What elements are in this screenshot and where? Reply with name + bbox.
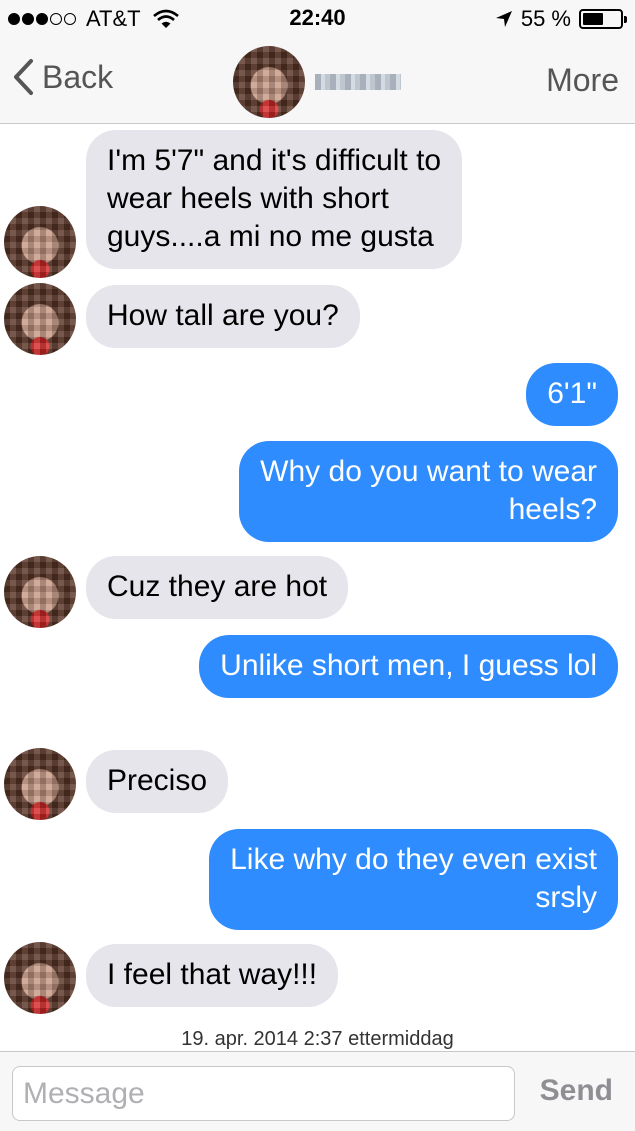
message-line: Like why do they even exist [230, 843, 597, 876]
incoming-message-bubble[interactable]: How tall are you? [86, 285, 360, 348]
message-line: guys....a mi no me gusta [107, 220, 434, 253]
navigation-bar: Back More [0, 36, 635, 124]
message-line: 6'1" [547, 377, 597, 410]
contact-name-redacted [315, 74, 401, 90]
message-line: Cuz they are hot [107, 570, 328, 603]
message-line: I'm 5'7" and it's difficult to [107, 144, 442, 177]
battery-icon [579, 9, 627, 29]
incoming-message-bubble[interactable]: Cuz they are hot [86, 556, 349, 619]
message-composer: Send [0, 1051, 635, 1131]
incoming-message-bubble[interactable]: I'm 5'7" and it's difficult to wear heels… [86, 130, 463, 269]
message-line: Why do you want to wear [260, 455, 597, 488]
message-line: heels? [508, 493, 597, 526]
outgoing-message-bubble[interactable]: Unlike short men, I guess lol [199, 635, 618, 698]
message-input[interactable] [12, 1066, 515, 1121]
sender-avatar [4, 748, 76, 820]
outgoing-message-bubble[interactable]: Why do you want to wear heels? [239, 441, 618, 542]
status-bar: AT&T 22:40 55 % [0, 0, 635, 36]
message-timestamp: 19. apr. 2014 2:37 ettermiddag [181, 1028, 454, 1050]
battery-level-fill [583, 13, 603, 25]
more-button[interactable]: More [546, 62, 619, 99]
contact-header[interactable] [233, 46, 401, 118]
status-right: 55 % [495, 6, 627, 32]
send-button[interactable]: Send [540, 1074, 613, 1108]
contact-avatar [233, 46, 305, 118]
message-line: Preciso [107, 764, 208, 797]
back-label: Back [42, 58, 114, 95]
location-arrow-icon [495, 11, 512, 27]
incoming-message-bubble[interactable]: Preciso [86, 750, 229, 813]
message-line: srsly [535, 881, 597, 914]
message-line: wear heels with short [107, 182, 389, 215]
message-line: I feel that way!!! [107, 958, 318, 991]
message-line: Unlike short men, I guess lol [220, 649, 597, 682]
sender-avatar [4, 556, 76, 628]
outgoing-message-bubble[interactable]: Like why do they even exist srsly [209, 829, 618, 930]
sender-avatar [4, 942, 76, 1014]
sender-avatar [4, 206, 76, 278]
chevron-left-icon [14, 59, 33, 95]
sender-avatar [4, 283, 76, 355]
incoming-message-bubble[interactable]: I feel that way!!! [86, 944, 339, 1007]
message-line: How tall are you? [107, 299, 339, 332]
back-button[interactable]: Back [12, 58, 113, 96]
battery-percent: 55 % [520, 6, 571, 31]
outgoing-message-bubble[interactable]: 6'1" [526, 363, 618, 426]
